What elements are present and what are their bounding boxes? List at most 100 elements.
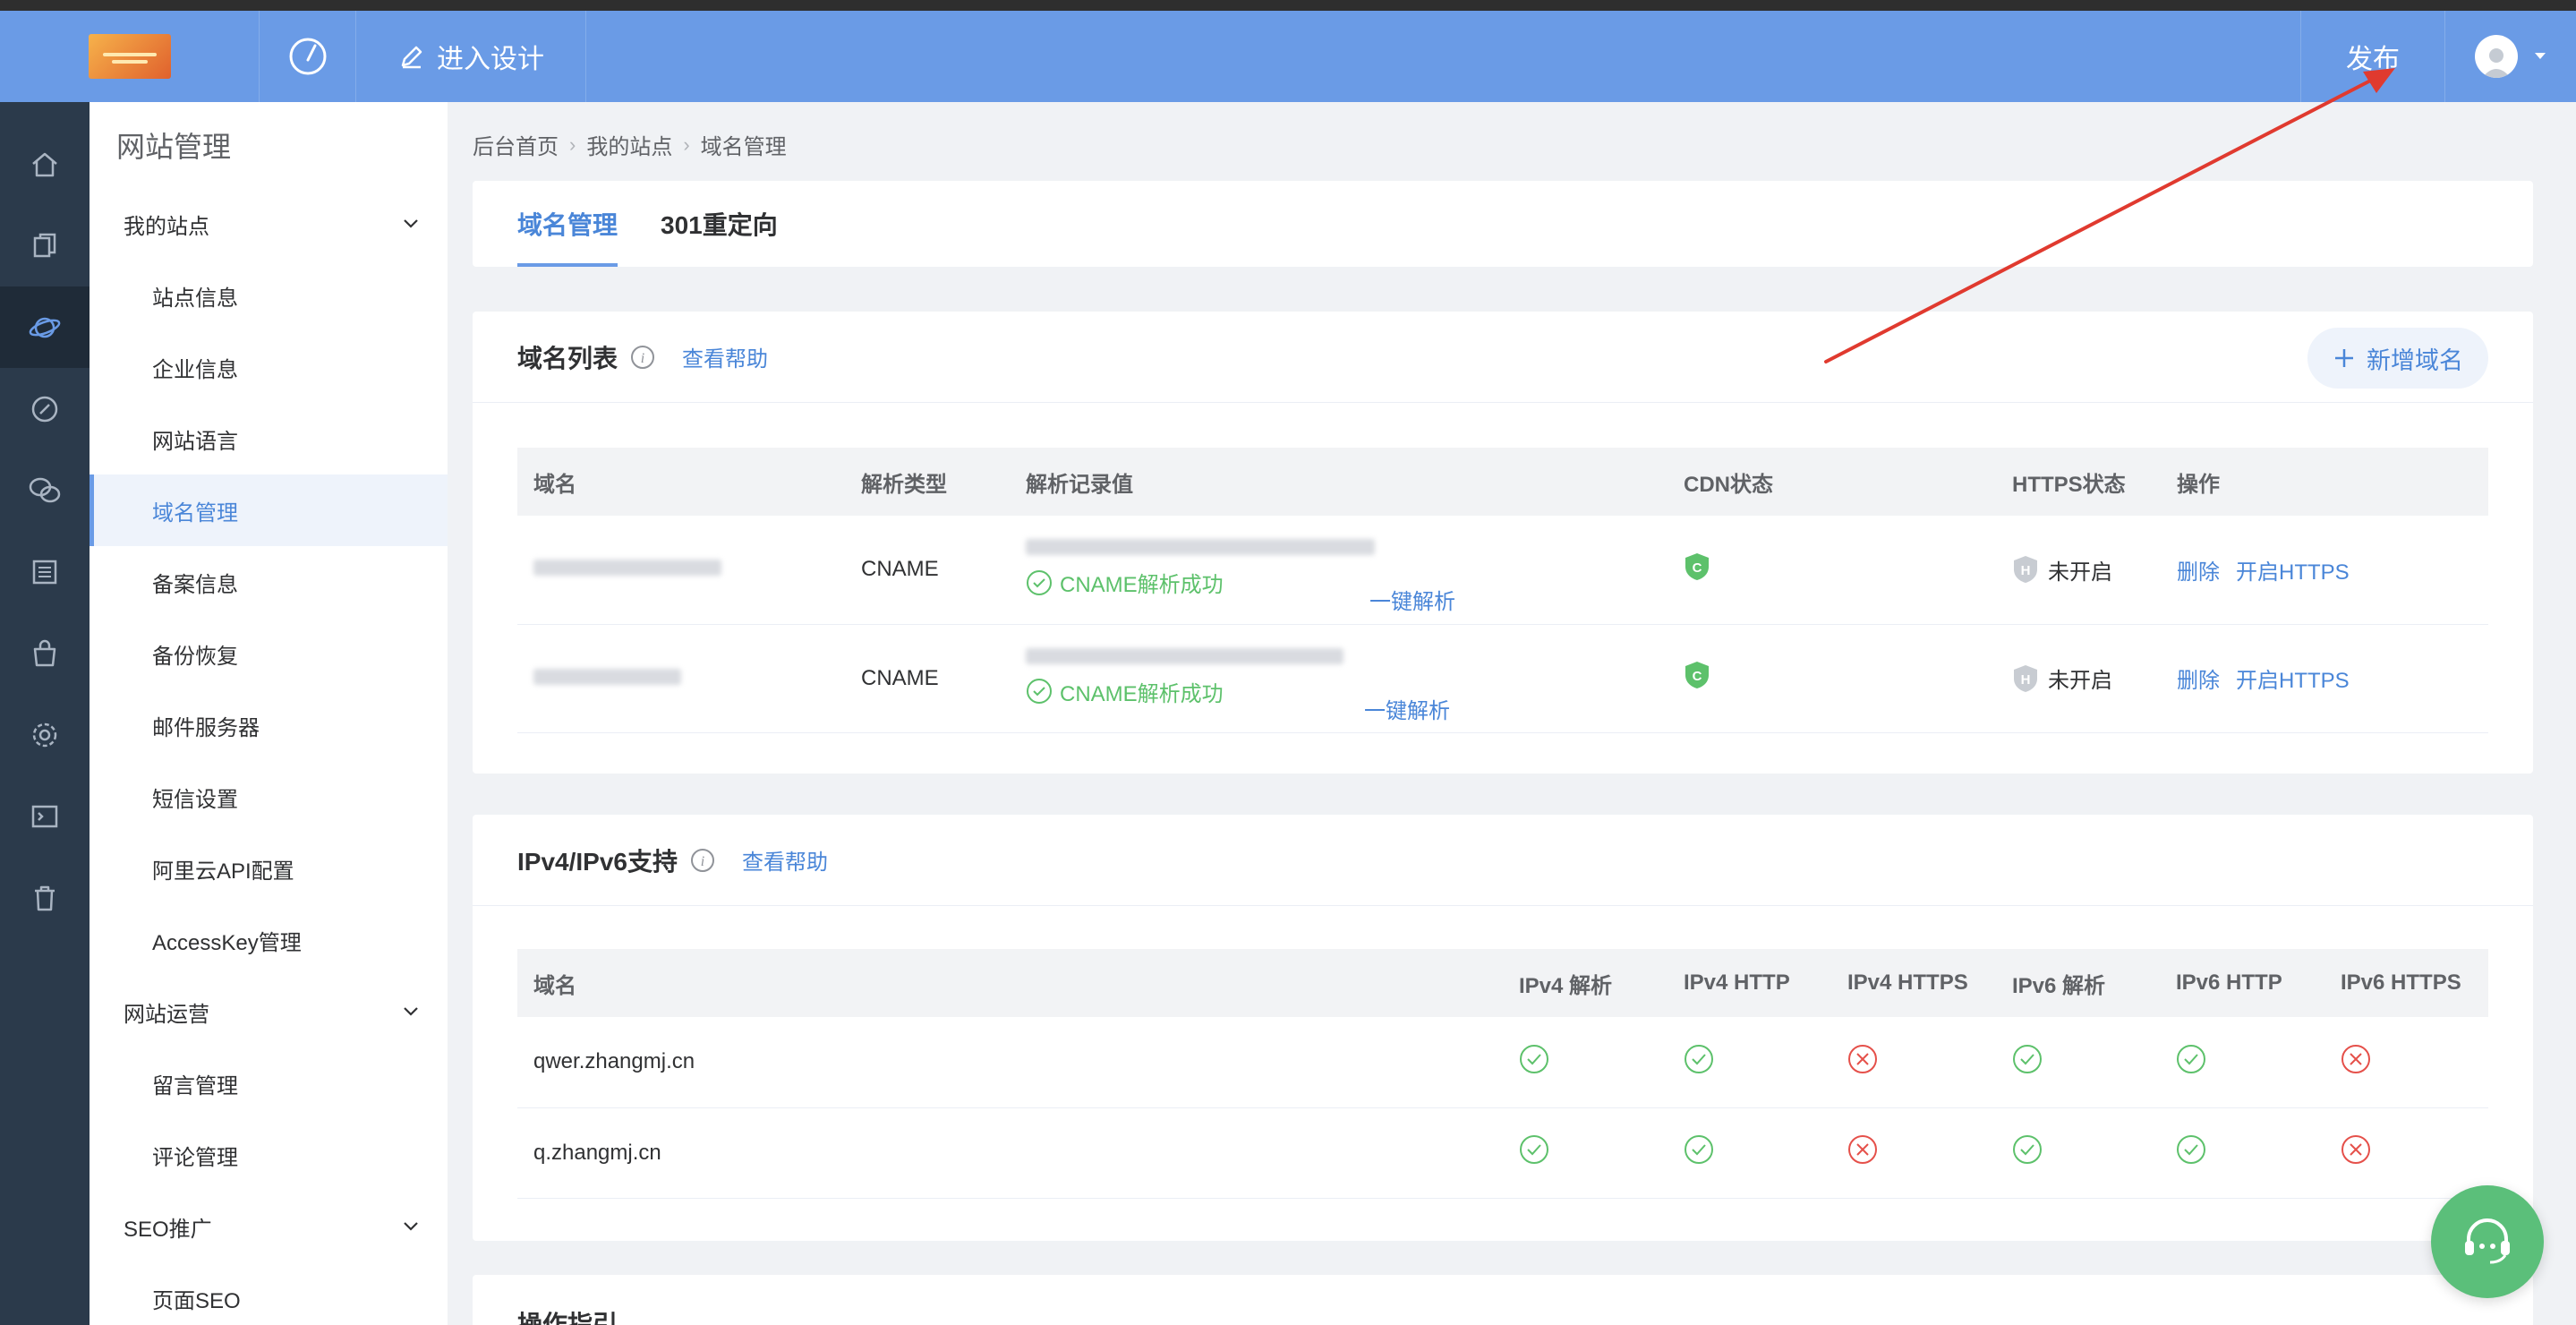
nav-links[interactable] [0,368,90,449]
status-cell [1831,1017,1996,1108]
home-icon [32,152,57,176]
info-icon[interactable]: i [690,848,715,873]
domain-help-link[interactable]: 查看帮助 [682,341,768,372]
svg-text:i: i [701,854,704,869]
table-header-cell: 操作 [2161,448,2488,516]
https-cell: H 未开启 [1996,516,2161,625]
avatar [2475,35,2518,78]
chevron-down-icon [404,219,418,228]
one-click-resolve-link[interactable]: 一键解析 [1364,693,1450,724]
publish-button[interactable]: 发布 [2300,11,2445,102]
table-header-cell: 解析记录值 [1010,448,1668,516]
ip-support-card: IPv4/IPv6支持 i 查看帮助 域名 IPv4 解析 IPv4 HTTP … [473,815,2533,1241]
tabs-card: 域名管理 301重定向 [473,181,2533,267]
sidebar-item-label: 备份恢复 [152,644,238,669]
browser-top-strip [0,0,2576,11]
sidebar-item-aliyun-api[interactable]: 阿里云API配置 [90,833,448,904]
sidebar-item-label: 邮件服务器 [152,715,260,740]
breadcrumb: 后台首页 › 我的站点 › 域名管理 [473,129,787,160]
table-header-cell: CDN状态 [1668,448,1996,516]
table-header-cell: HTTPS状态 [1996,448,2161,516]
svg-text:i: i [641,351,644,366]
guide-card: 操作指引 [473,1275,2533,1325]
sidebar-group-operations[interactable]: 网站运营 [90,976,448,1047]
delete-link[interactable]: 删除 [2177,554,2220,586]
one-click-resolve-link[interactable]: 一键解析 [1369,584,1455,615]
status-cell [1668,1017,1831,1108]
shopping-bag-icon [33,639,56,666]
table-header-row: 域名 解析类型 解析记录值 CDN状态 HTTPS状态 操作 [517,448,2488,516]
sidebar-item-site-info[interactable]: 站点信息 [90,260,448,331]
sidebar-title: 网站管理 [116,131,232,163]
status-cell [2160,1107,2324,1199]
cdn-badge-letter: C [1693,560,1702,576]
status-cell [1503,1017,1668,1108]
check-circle-icon [1685,1044,1713,1073]
status-cell [2324,1107,2488,1199]
nav-website[interactable] [0,286,90,368]
sidebar-item-site-language[interactable]: 网站语言 [90,403,448,474]
sidebar-item-domain-management[interactable]: 域名管理 [90,474,448,546]
logo-area[interactable] [0,11,260,102]
nav-settings[interactable] [0,694,90,775]
sidebar-item-messages[interactable]: 留言管理 [90,1047,448,1119]
top-header: 进入设计 发布 [0,11,2576,102]
sidebar-item-label: 域名管理 [152,500,238,526]
redacted-domain [533,560,721,577]
ip-help-link[interactable]: 查看帮助 [742,844,828,876]
domain-cell [517,624,845,733]
breadcrumb-separator-icon: › [683,132,690,156]
nav-wechat[interactable] [0,449,90,531]
sidebar-item-mail-server[interactable]: 邮件服务器 [90,689,448,761]
sidebar-item-label: 备案信息 [152,572,238,597]
sidebar-group-seo[interactable]: SEO推广 [90,1191,448,1262]
delete-link[interactable]: 删除 [2177,662,2220,694]
domain-list-card: 域名列表 i 查看帮助 新增域名 域名 解析类型 解析记录值 CDN状态 HTT… [473,312,2533,774]
chevron-down-icon [404,1007,418,1016]
sidebar-item-sms[interactable]: 短信设置 [90,761,448,833]
sidebar-item-icp-info[interactable]: 备案信息 [90,546,448,618]
sidebar-item-company-info[interactable]: 企业信息 [90,331,448,403]
nav-trash[interactable] [0,857,90,938]
breadcrumb-home[interactable]: 后台首页 [473,129,559,160]
sidebar-item-accesskey[interactable]: AccessKey管理 [90,904,448,976]
status-cell [1996,1107,2160,1199]
enable-https-link[interactable]: 开启HTTPS [2236,662,2350,694]
user-menu[interactable] [2445,11,2576,102]
sidebar-group-label: SEO推广 [124,1217,212,1242]
sidebar-item-comments[interactable]: 评论管理 [90,1119,448,1191]
record-value-cell: CNAME解析成功 一键解析 [1010,624,1668,733]
customer-service-button[interactable] [2431,1185,2544,1298]
status-cell [1996,1017,2160,1108]
headset-chat-icon [2465,1218,2510,1264]
https-cell: H 未开启 [1996,624,2161,733]
table-header-cell: 域名 [517,448,845,516]
actions-cell: 删除 开启HTTPS [2161,624,2488,733]
tab-domain-management[interactable]: 域名管理 [517,181,618,267]
nav-pages[interactable] [0,205,90,286]
table-header-cell: IPv4 HTTP [1668,949,1831,1017]
nav-shop[interactable] [0,612,90,694]
status-cell [1668,1107,1831,1199]
add-domain-button[interactable]: 新增域名 [2307,328,2488,389]
nav-list[interactable] [0,531,90,612]
sidebar-item-backup[interactable]: 备份恢复 [90,618,448,689]
enable-https-link[interactable]: 开启HTTPS [2236,554,2350,586]
nav-terminal[interactable] [0,775,90,857]
table-header-cell: IPv4 HTTPS [1831,949,1996,1017]
nav-home[interactable] [0,124,90,205]
resolve-status: CNAME解析成功 [1026,567,1668,598]
info-icon[interactable]: i [630,345,655,370]
enter-design-button[interactable]: 进入设计 [356,11,586,102]
tab-301-redirect[interactable]: 301重定向 [661,181,778,267]
add-domain-label: 新增域名 [2367,346,2463,374]
sidebar-item-label: 留言管理 [152,1073,238,1098]
sidebar-item-label: 阿里云API配置 [152,859,294,884]
sidebar-group-my-sites[interactable]: 我的站点 [90,188,448,260]
https-badge-letter: H [2021,672,2031,688]
dashboard-button[interactable] [260,11,356,102]
breadcrumb-my-sites[interactable]: 我的站点 [586,129,672,160]
gear-icon [32,722,57,747]
check-circle-icon [2013,1135,2042,1164]
sidebar-item-page-seo[interactable]: 页面SEO [90,1262,448,1325]
